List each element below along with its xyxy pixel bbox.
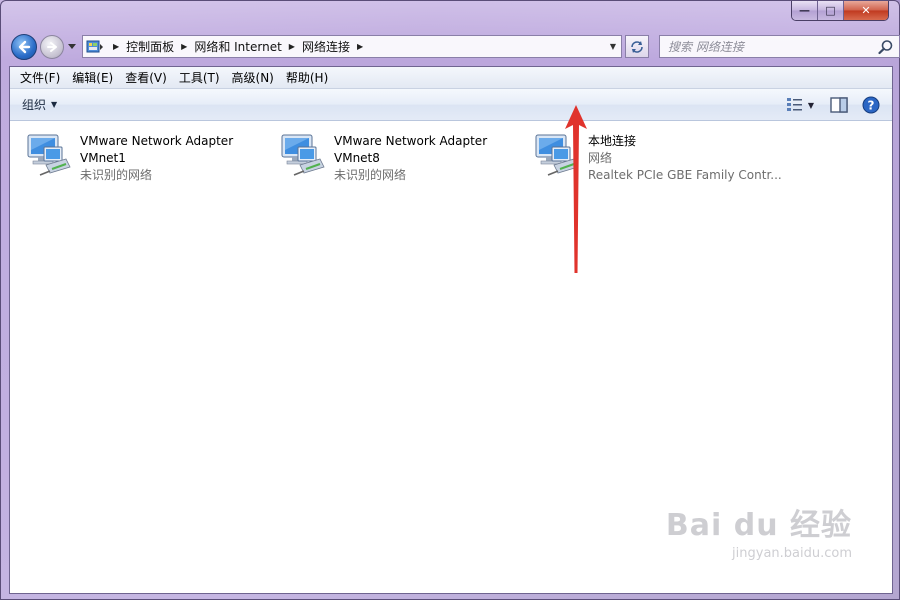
breadcrumb: ▶ 控制面板 ▶ 网络和 Internet ▶ 网络连接 ▶ <box>106 38 370 55</box>
forward-button[interactable] <box>40 35 64 59</box>
network-adapter-icon <box>26 131 78 183</box>
connection-details: VMware Network Adapter VMnet8 未识别的网络 <box>334 131 487 191</box>
breadcrumb-separator-icon[interactable]: ▶ <box>181 42 187 51</box>
network-adapter-icon <box>280 131 332 183</box>
arrow-right-icon <box>47 42 57 52</box>
search-box[interactable] <box>659 35 900 58</box>
connection-name: 本地连接 <box>588 134 637 148</box>
connection-details: VMware Network Adapter VMnet1 未识别的网络 <box>80 131 233 191</box>
menu-tools[interactable]: 工具(T) <box>173 67 226 89</box>
connections-list: VMware Network Adapter VMnet1 未识别的网络 VMw… <box>10 105 892 591</box>
search-icon[interactable] <box>878 39 894 55</box>
breadcrumb-control-panel[interactable]: 控制面板 <box>126 38 174 55</box>
toolbar-right: ▼ ? <box>772 95 882 115</box>
connection-device: Realtek PCIe GBE Family Contr... <box>588 168 782 182</box>
organize-button[interactable]: 组织 ▼ <box>22 96 57 113</box>
menu-file[interactable]: 文件(F) <box>14 67 66 89</box>
breadcrumb-separator-icon[interactable]: ▶ <box>289 42 295 51</box>
svg-text:?: ? <box>868 99 875 113</box>
menu-bar: 文件(F) 编辑(E) 查看(V) 工具(T) 高级(N) 帮助(H) <box>10 67 892 89</box>
connection-name-line2: VMnet8 <box>334 151 380 165</box>
menu-edit[interactable]: 编辑(E) <box>66 67 119 89</box>
connection-details: 本地连接 网络 Realtek PCIe GBE Family Contr... <box>588 131 782 191</box>
connection-name: VMware Network Adapter <box>80 134 234 148</box>
explorer-window: — □ ✕ ▶ 控制面板 ▶ 网络和 Internet ▶ 网络连接 ▶ ▼ 搜… <box>0 0 900 600</box>
refresh-button[interactable] <box>625 35 649 58</box>
view-list-icon <box>786 98 802 111</box>
connection-item[interactable]: VMware Network Adapter VMnet8 未识别的网络 <box>280 131 487 191</box>
control-panel-icon <box>86 38 106 56</box>
search-input[interactable] <box>668 39 868 54</box>
connection-name-line2: VMnet1 <box>80 151 126 165</box>
watermark-logo: Bai du 经验 <box>665 508 852 543</box>
preview-pane-icon <box>830 97 848 113</box>
connection-status: 未识别的网络 <box>80 168 153 182</box>
breadcrumb-separator-icon[interactable]: ▶ <box>357 42 363 51</box>
arrow-left-icon <box>18 40 31 54</box>
preview-pane-button[interactable] <box>828 95 850 115</box>
annotation-arrow-icon <box>565 105 587 273</box>
help-icon: ? <box>862 96 880 114</box>
back-button[interactable] <box>11 34 37 60</box>
watermark: Bai du 经验 jingyan.baidu.com <box>666 500 852 561</box>
connection-network: 网络 <box>588 151 613 165</box>
watermark-url: jingyan.baidu.com <box>732 546 852 561</box>
command-bar: 组织 ▼ ▼ ? <box>10 89 892 121</box>
breadcrumb-network-internet[interactable]: 网络和 Internet <box>194 38 281 55</box>
change-view-button[interactable]: ▼ <box>782 95 818 115</box>
connection-status: 未识别的网络 <box>334 168 407 182</box>
address-bar[interactable]: ▶ 控制面板 ▶ 网络和 Internet ▶ 网络连接 ▶ ▼ <box>82 35 622 58</box>
connection-name: VMware Network Adapter <box>334 134 488 148</box>
organize-label: 组织 <box>22 98 47 112</box>
maximize-button[interactable]: □ <box>818 1 844 20</box>
caption-buttons: — □ ✕ <box>791 1 889 21</box>
chevron-down-icon <box>68 44 76 49</box>
refresh-icon <box>631 40 643 53</box>
navigation-bar: ▶ 控制面板 ▶ 网络和 Internet ▶ 网络连接 ▶ ▼ <box>9 32 900 62</box>
breadcrumb-network-connections[interactable]: 网络连接 <box>302 38 350 55</box>
help-button[interactable]: ? <box>860 95 882 115</box>
content-frame: 文件(F) 编辑(E) 查看(V) 工具(T) 高级(N) 帮助(H) 组织 ▼… <box>9 66 893 594</box>
breadcrumb-separator-icon: ▶ <box>113 42 120 51</box>
chevron-down-icon: ▼ <box>51 100 58 109</box>
minimize-button[interactable]: — <box>792 1 818 20</box>
close-button[interactable]: ✕ <box>844 1 888 20</box>
chevron-down-icon[interactable]: ▼ <box>808 101 814 110</box>
address-dropdown-icon[interactable]: ▼ <box>605 36 621 57</box>
connection-item[interactable]: VMware Network Adapter VMnet1 未识别的网络 <box>26 131 233 191</box>
menu-advanced[interactable]: 高级(N) <box>226 67 280 89</box>
history-dropdown[interactable] <box>67 42 77 52</box>
menu-view[interactable]: 查看(V) <box>119 67 173 89</box>
menu-help[interactable]: 帮助(H) <box>280 67 334 89</box>
